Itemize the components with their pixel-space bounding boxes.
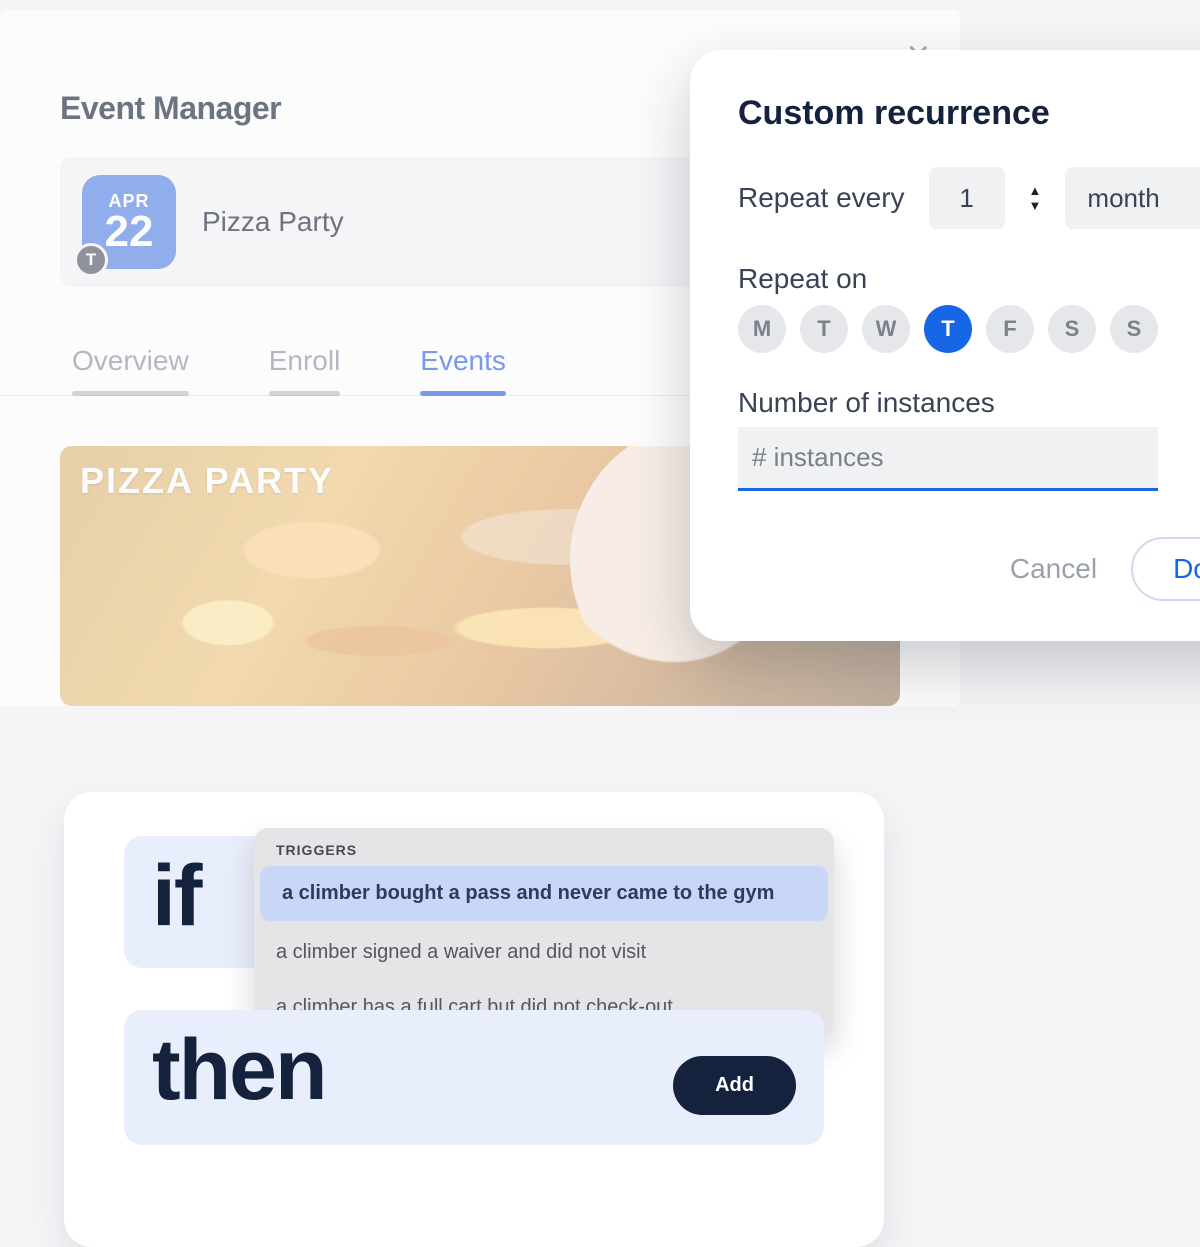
dialog-title: Custom recurrence	[738, 94, 1200, 133]
done-button[interactable]: Done	[1131, 537, 1200, 601]
add-action-button[interactable]: Add	[673, 1056, 796, 1115]
event-day: 22	[105, 210, 154, 254]
tab-events[interactable]: Events	[420, 327, 506, 395]
trigger-option[interactable]: a climber bought a pass and never came t…	[260, 866, 828, 921]
day-sun[interactable]: S	[1110, 305, 1158, 353]
tab-overview[interactable]: Overview	[72, 327, 189, 395]
hero-title: PIZZA PARTY	[80, 460, 334, 502]
rule-keyword-if: if	[152, 856, 201, 938]
day-sat[interactable]: S	[1048, 305, 1096, 353]
cancel-button[interactable]: Cancel	[1010, 553, 1097, 585]
tab-enroll[interactable]: Enroll	[269, 327, 341, 395]
event-date-badge: APR 22 T	[82, 175, 176, 269]
interval-stepper[interactable]: ▲ ▼	[1029, 186, 1042, 210]
instances-label: Number of instances	[738, 387, 1200, 419]
repeat-on-label: Repeat on	[738, 263, 1200, 295]
repeat-every-label: Repeat every	[738, 182, 905, 214]
stepper-down-icon[interactable]: ▼	[1029, 201, 1042, 210]
day-tue[interactable]: T	[800, 305, 848, 353]
instances-input[interactable]	[738, 427, 1158, 491]
rule-if-block: if TRIGGERS a climber bought a pass and …	[124, 836, 824, 968]
triggers-label: TRIGGERS	[254, 828, 834, 866]
repeat-unit-select[interactable]: month	[1065, 167, 1200, 229]
rule-keyword-then: then	[152, 1030, 326, 1112]
stepper-up-icon[interactable]: ▲	[1029, 186, 1042, 195]
repeat-interval-input[interactable]	[929, 167, 1005, 229]
day-picker: M T W T F S S	[738, 305, 1200, 353]
trigger-option[interactable]: a climber signed a waiver and did not vi…	[254, 925, 834, 980]
triggers-dropdown[interactable]: TRIGGERS a climber bought a pass and nev…	[254, 828, 834, 1035]
rule-then-block: then Add	[124, 1010, 824, 1145]
day-thu[interactable]: T	[924, 305, 972, 353]
day-fri[interactable]: F	[986, 305, 1034, 353]
event-type-badge: T	[74, 243, 108, 277]
day-mon[interactable]: M	[738, 305, 786, 353]
event-name: Pizza Party	[202, 206, 344, 238]
page-title: Event Manager	[60, 90, 281, 127]
rules-card: if TRIGGERS a climber bought a pass and …	[64, 792, 884, 1247]
day-wed[interactable]: W	[862, 305, 910, 353]
recurrence-dialog: Custom recurrence Repeat every ▲ ▼ month…	[690, 50, 1200, 641]
